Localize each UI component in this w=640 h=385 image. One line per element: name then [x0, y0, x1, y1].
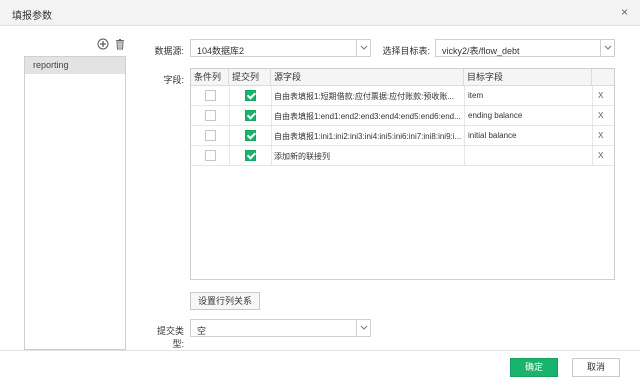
target-table-select[interactable]: vicky2/表/flow_debt: [435, 39, 615, 57]
condition-checkbox[interactable]: [205, 150, 216, 161]
source-field: 自由表填报1:短期借款:应付票据:应付账款:预收账...: [274, 92, 455, 101]
chevron-down-icon[interactable]: [356, 40, 370, 56]
dialog-titlebar: 填报参数 ×: [0, 0, 640, 26]
submit-checkbox[interactable]: [245, 150, 256, 161]
header-actions: [592, 69, 614, 86]
header-submit: 提交列: [229, 69, 271, 86]
target-table-label: 选择目标表:: [382, 46, 430, 56]
cancel-button[interactable]: 取消: [572, 358, 620, 377]
condition-checkbox[interactable]: [205, 90, 216, 101]
condition-checkbox[interactable]: [205, 130, 216, 141]
submit-type-select[interactable]: 空: [190, 319, 371, 337]
submit-checkbox[interactable]: [245, 130, 256, 141]
ok-button[interactable]: 确定: [510, 358, 558, 377]
set-relation-button[interactable]: 设置行列关系: [190, 292, 260, 310]
condition-checkbox[interactable]: [205, 110, 216, 121]
delete-row-button[interactable]: X: [598, 111, 603, 120]
header-source-field: 源字段: [271, 69, 464, 86]
table-row: 自由表填报1:ini1:ini2:ini3:ini4:ini5:ini6:ini…: [191, 126, 614, 146]
source-field: 自由表填报1:end1:end2:end3:end4:end5:end6:end…: [274, 112, 461, 121]
datasource-select[interactable]: 104数据库2: [190, 39, 371, 57]
table-row: 添加新的联接列 X: [191, 146, 614, 166]
trash-icon[interactable]: [114, 38, 126, 50]
close-icon[interactable]: ×: [621, 5, 628, 19]
fields-label: 字段:: [163, 75, 184, 85]
submit-checkbox[interactable]: [245, 110, 256, 121]
dialog-title: 填报参数: [12, 11, 52, 22]
delete-row-button[interactable]: X: [598, 91, 603, 100]
submit-checkbox[interactable]: [245, 90, 256, 101]
target-field[interactable]: ending balance: [468, 111, 590, 120]
target-field[interactable]: item: [468, 91, 590, 100]
delete-row-button[interactable]: X: [598, 131, 603, 140]
datasource-value: 104数据库2: [197, 46, 245, 56]
list-item[interactable]: reporting: [25, 57, 125, 74]
submit-type-value: 空: [197, 326, 207, 336]
table-row: 自由表填报1:end1:end2:end3:end4:end5:end6:end…: [191, 106, 614, 126]
source-field: 自由表填报1:ini1:ini2:ini3:ini4:ini5:ini6:ini…: [274, 132, 462, 141]
submit-type-label: 提交类型:: [156, 326, 184, 349]
chevron-down-icon[interactable]: [600, 40, 614, 56]
header-target-field: 目标字段: [464, 69, 592, 86]
add-join-column[interactable]: 添加新的联接列: [274, 151, 462, 162]
target-field[interactable]: initial balance: [468, 131, 590, 140]
target-table-value: vicky2/表/flow_debt: [442, 46, 520, 56]
header-condition: 条件列: [191, 69, 229, 86]
connection-list: reporting: [24, 56, 126, 350]
table-row: 自由表填报1:短期借款:应付票据:应付账款:预收账... item X: [191, 86, 614, 106]
chevron-down-icon[interactable]: [356, 320, 370, 336]
delete-row-button[interactable]: X: [598, 151, 603, 160]
table-header: 条件列 提交列 源字段 目标字段: [191, 69, 614, 86]
field-mapping-table: 条件列 提交列 源字段 目标字段 自由表填报1:短期借款:应付票据:应付账款:预…: [190, 68, 615, 280]
plus-circle-icon[interactable]: [97, 38, 109, 50]
datasource-label: 数据源:: [154, 46, 184, 56]
